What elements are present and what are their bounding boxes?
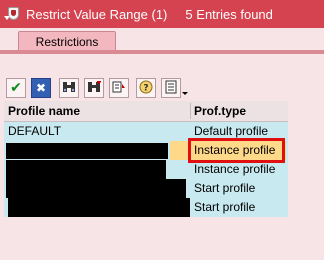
table-row[interactable]: Start profile [4,198,288,217]
profile-name-cell: DEFAULT [8,124,62,138]
table-header: Profile name Prof.type [4,101,288,122]
svg-text:?: ? [143,84,148,94]
prof-type-cell: Start profile [194,181,256,195]
find-button[interactable] [59,78,79,98]
help-button[interactable]: ? [136,78,156,98]
export-dropdown-button[interactable] [181,78,188,98]
system-menu-icon[interactable] [4,6,22,22]
redaction-bar [6,143,168,159]
sort-icon [112,80,126,96]
check-icon: ✔ [10,80,22,96]
redaction-bar [6,179,186,198]
title-bar: Restrict Value Range (1) 5 Entries found [0,0,324,28]
column-divider [190,103,191,119]
highlight-annotation-box [188,138,285,163]
find-next-button[interactable] [84,78,104,98]
help-icon: ? [139,80,153,96]
binoculars-icon [62,81,76,95]
column-header-prof-type[interactable]: Prof.type [194,101,246,121]
tab-restrictions[interactable]: Restrictions [18,31,116,52]
x-icon: ✖ [35,81,47,95]
redaction-bar [6,160,166,179]
table-row[interactable]: Start profile [4,179,288,198]
export-icon [164,80,178,96]
selected-row-fill [170,141,190,160]
prof-type-cell: Start profile [194,200,256,214]
cancel-button[interactable]: ✖ [31,78,51,98]
binoculars-plus-icon [87,80,101,95]
redaction-bar [8,198,190,217]
sort-button[interactable] [109,78,129,98]
continue-button[interactable]: ✔ [6,78,26,98]
export-button[interactable] [161,78,181,98]
toolbar: ✔ ✖ ? [0,54,324,100]
column-header-profile-name[interactable]: Profile name [8,101,80,121]
window-title: Restrict Value Range (1) 5 Entries found [26,6,273,22]
